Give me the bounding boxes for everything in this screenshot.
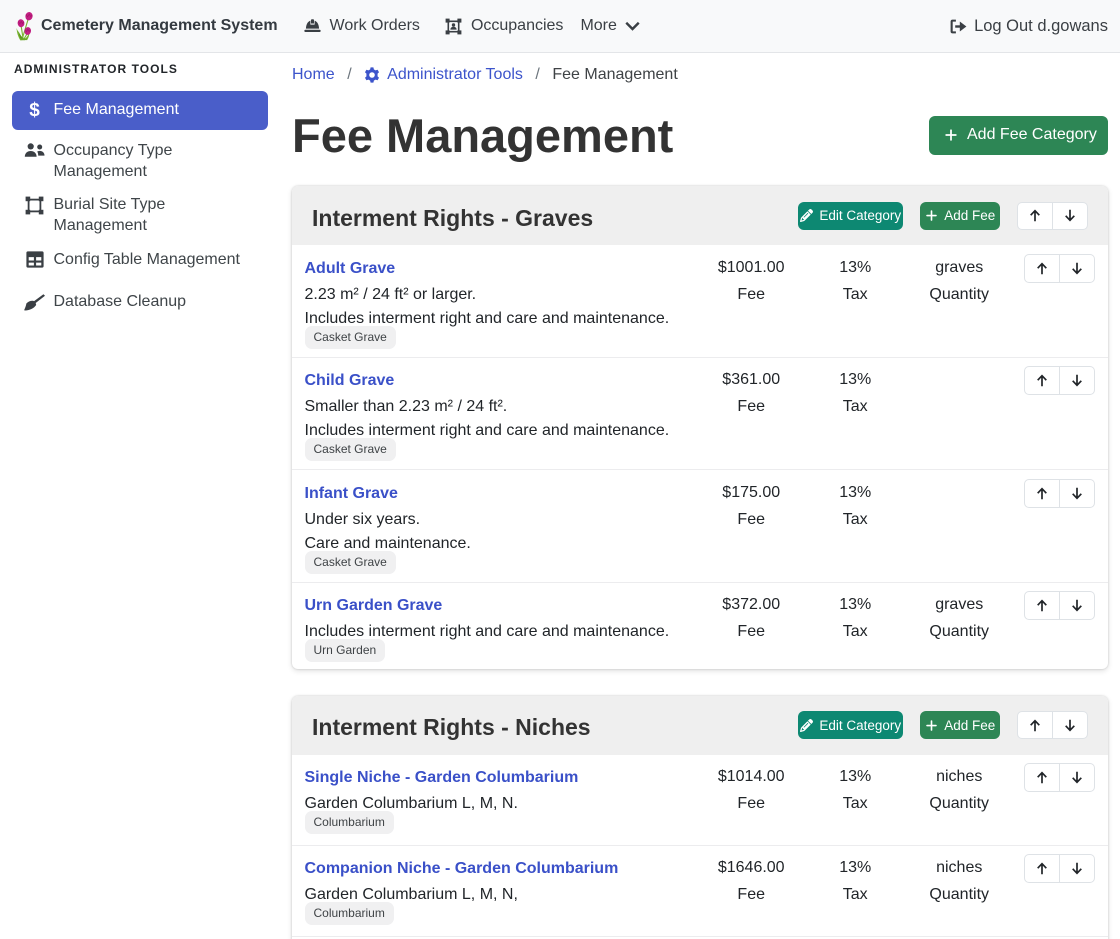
svg-text:$: $ xyxy=(29,100,40,120)
